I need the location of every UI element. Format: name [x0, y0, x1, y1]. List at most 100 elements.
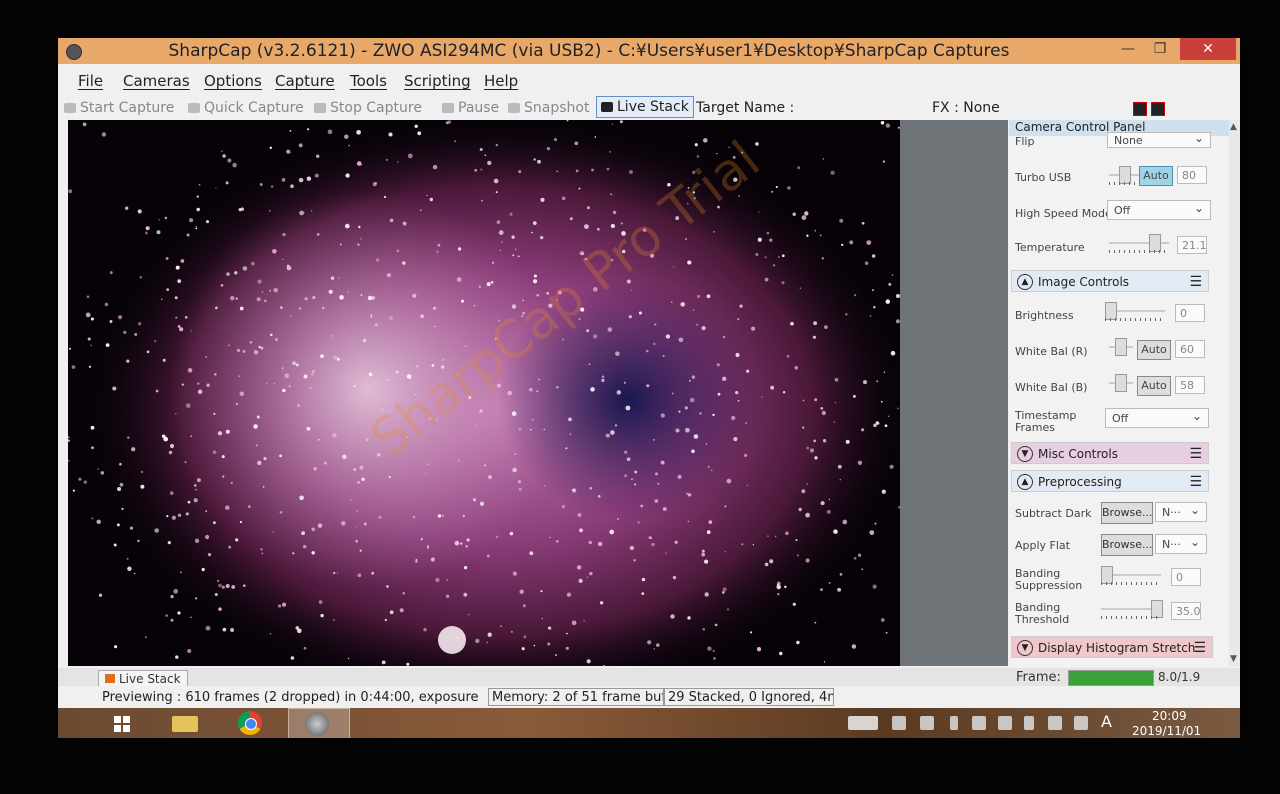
- scroll-up-icon[interactable]: ▲: [1230, 122, 1237, 132]
- apply-flat-browse-button[interactable]: Browse...: [1101, 534, 1153, 556]
- minimize-button[interactable]: —: [1112, 38, 1144, 60]
- brightness-value[interactable]: 0: [1175, 304, 1205, 322]
- volume-icon[interactable]: [972, 716, 986, 730]
- turbo-usb-auto-button[interactable]: Auto: [1139, 166, 1173, 186]
- live-stack-icon: [601, 102, 613, 112]
- snapshot-icon: [508, 103, 520, 113]
- hamburger-icon[interactable]: ☰: [1193, 637, 1206, 659]
- hamburger-icon[interactable]: ☰: [1189, 471, 1202, 493]
- flip-label: Flip: [1015, 135, 1035, 148]
- subtract-dark-browse-button[interactable]: Browse...: [1101, 502, 1153, 524]
- timestamp-select[interactable]: Off: [1105, 406, 1209, 428]
- white-bal-b-auto-button[interactable]: Auto: [1137, 376, 1171, 396]
- preprocessing-header[interactable]: ▲ Preprocessing ☰: [1011, 470, 1209, 492]
- record-icon: [64, 103, 76, 113]
- flip-select[interactable]: None: [1107, 130, 1211, 148]
- display-histogram-header[interactable]: ▼ Display Histogram Stretch ☰: [1011, 636, 1213, 658]
- live-stack-button[interactable]: Live Stack: [596, 96, 694, 118]
- bottom-tab-strip: Live Stack Frame: 8.0/1.9: [58, 668, 1240, 687]
- brightness-label: Brightness: [1015, 309, 1074, 322]
- high-speed-select[interactable]: Off: [1107, 198, 1211, 220]
- turbo-usb-slider[interactable]: [1109, 164, 1139, 186]
- sharpcap-taskbar-button[interactable]: [288, 708, 350, 738]
- clock-time[interactable]: 20:09: [1152, 709, 1187, 723]
- monitor-icon[interactable]: [920, 716, 934, 730]
- toolbar-extra-buttons[interactable]: [1133, 102, 1169, 120]
- live-stack-icon: [105, 674, 115, 683]
- menu-help[interactable]: Help: [484, 72, 518, 90]
- white-bal-r-slider[interactable]: [1109, 336, 1133, 358]
- stop-capture-button[interactable]: Stop Capture: [314, 100, 422, 116]
- menu-options[interactable]: Options: [204, 72, 262, 90]
- panel-scrollbar[interactable]: ▲ ▼: [1229, 120, 1240, 666]
- brightness-slider[interactable]: [1105, 300, 1165, 322]
- battery-icon[interactable]: [950, 716, 958, 730]
- clock-date[interactable]: 2019/11/01: [1132, 724, 1201, 738]
- tab-live-stack[interactable]: Live Stack: [98, 670, 188, 687]
- camera-control-panel: Camera Control Panel Flip None Turbo USB…: [1009, 120, 1229, 666]
- wifi-icon[interactable]: [998, 716, 1012, 730]
- window-title: SharpCap (v3.2.6121) - ZWO ASI294MC (via…: [168, 41, 1010, 61]
- banding-suppression-slider[interactable]: [1101, 564, 1161, 586]
- grid-icon: [1151, 102, 1165, 116]
- close-button[interactable]: ✕: [1180, 38, 1236, 60]
- ht-app-icon[interactable]: [892, 716, 906, 730]
- viewport-background: [900, 120, 1008, 666]
- menu-bar: File Cameras Options Capture Tools Scrip…: [58, 70, 1240, 92]
- start-capture-button[interactable]: Start Capture: [64, 100, 174, 116]
- record-indicator-icon: [1133, 102, 1147, 116]
- status-stacked: 29 Stacked, 0 Ignored, 4m: [664, 688, 834, 706]
- banding-suppression-label: Banding Suppression: [1015, 567, 1083, 592]
- expand-icon: ▼: [1017, 446, 1033, 462]
- file-explorer-button[interactable]: [162, 708, 208, 738]
- chrome-button[interactable]: [228, 708, 274, 738]
- menu-tools[interactable]: Tools: [350, 72, 387, 90]
- frame-value: 8.0/1.9: [1158, 670, 1201, 684]
- menu-scripting[interactable]: Scripting: [404, 72, 471, 90]
- hamburger-icon[interactable]: ☰: [1189, 443, 1202, 465]
- pause-button[interactable]: Pause: [442, 100, 499, 116]
- toolbar: Start Capture Quick Capture Stop Capture…: [58, 96, 1240, 122]
- white-bal-b-slider[interactable]: [1109, 372, 1133, 394]
- scroll-down-icon[interactable]: ▼: [1230, 654, 1237, 664]
- menu-cameras[interactable]: Cameras: [123, 72, 190, 90]
- banding-threshold-slider[interactable]: [1101, 598, 1163, 620]
- menu-file[interactable]: File: [78, 72, 103, 90]
- misc-controls-header[interactable]: ▼ Misc Controls ☰: [1011, 442, 1209, 464]
- sharpcap-window: SharpCap (v3.2.6121) - ZWO ASI294MC (via…: [58, 38, 1240, 738]
- image-controls-header[interactable]: ▲ Image Controls ☰: [1011, 270, 1209, 292]
- quick-capture-button[interactable]: Quick Capture: [188, 100, 304, 116]
- temperature-slider: [1109, 232, 1169, 254]
- maximize-button[interactable]: ❐: [1144, 38, 1176, 60]
- banding-suppression-value[interactable]: 0: [1171, 568, 1201, 586]
- start-button[interactable]: [102, 708, 148, 738]
- white-bal-r-value[interactable]: 60: [1175, 340, 1205, 358]
- sharpcap-icon: [305, 712, 329, 736]
- display-icon[interactable]: [1074, 716, 1088, 730]
- title-bar[interactable]: SharpCap (v3.2.6121) - ZWO ASI294MC (via…: [58, 38, 1240, 64]
- white-bal-b-value[interactable]: 58: [1175, 376, 1205, 394]
- snapshot-button[interactable]: Snapshot: [508, 100, 589, 116]
- folder-icon: [172, 716, 198, 732]
- fx-selector[interactable]: FX : None: [932, 100, 1000, 116]
- windows-logo-icon: [114, 716, 121, 723]
- frame-progress-bar: [1068, 670, 1154, 686]
- apply-flat-label: Apply Flat: [1015, 539, 1070, 552]
- menu-capture[interactable]: Capture: [275, 72, 335, 90]
- temperature-value: 21.1: [1177, 236, 1207, 254]
- white-bal-r-auto-button[interactable]: Auto: [1137, 340, 1171, 360]
- flag-icon[interactable]: [1048, 716, 1062, 730]
- turbo-usb-value[interactable]: 80: [1177, 166, 1207, 184]
- hamburger-icon[interactable]: ☰: [1189, 271, 1202, 293]
- expand-icon: ▼: [1017, 640, 1033, 656]
- collapse-icon: ▲: [1017, 274, 1033, 290]
- bluetooth-icon[interactable]: [1024, 716, 1034, 730]
- collapse-icon: ▲: [1017, 474, 1033, 490]
- subtract-dark-select[interactable]: N···: [1155, 500, 1207, 522]
- banding-threshold-value[interactable]: 35.0: [1171, 602, 1201, 620]
- image-viewport[interactable]: SharpCap Pro Trial: [68, 120, 900, 666]
- ime-indicator[interactable]: A: [1101, 712, 1112, 731]
- apply-flat-select[interactable]: N···: [1155, 532, 1207, 554]
- banding-threshold-label: Banding Threshold: [1015, 601, 1070, 626]
- touch-keyboard-icon[interactable]: [848, 716, 878, 730]
